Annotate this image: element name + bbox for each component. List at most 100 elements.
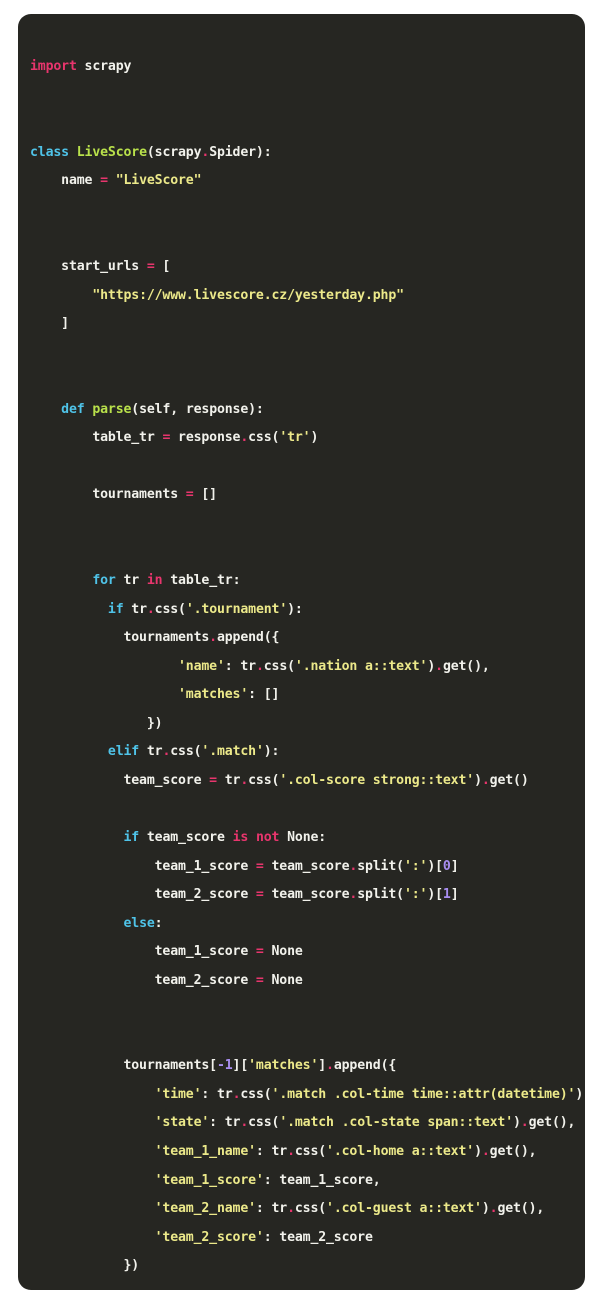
- code-token: :: [154, 915, 163, 931]
- code-line: if tr.css('.tournament'):: [18, 596, 585, 625]
- code-token: "https://www.livescore.cz/yesterday.php": [92, 287, 404, 303]
- code-line: team_1_score = team_score.split(':')[0]: [18, 853, 585, 882]
- code-token: =: [185, 487, 194, 503]
- code-token: append({: [333, 1058, 397, 1074]
- code-line: name = "LiveScore": [18, 167, 585, 196]
- code-token: =: [255, 887, 264, 903]
- code-token: .: [240, 1115, 249, 1131]
- code-token: 1: [442, 887, 451, 903]
- code-line: 'team_2_name': tr.css('.col-guest a::tex…: [18, 1195, 585, 1224]
- code-token: .: [520, 1115, 529, 1131]
- code-token: team_2_score: [30, 972, 256, 988]
- code-token: parse: [92, 401, 132, 417]
- code-token: css(: [170, 744, 202, 760]
- code-token: ): [575, 1086, 584, 1102]
- code-token: : team_1_score,: [263, 1172, 381, 1188]
- code-token: append({: [216, 630, 280, 646]
- code-token: ): [481, 1201, 490, 1217]
- code-token: if: [107, 601, 124, 617]
- code-token: .: [146, 601, 155, 617]
- code-line: 'team_1_name': tr.css('.col-home a::text…: [18, 1138, 585, 1167]
- code-token: css(: [294, 1201, 327, 1217]
- code-token: 0: [442, 858, 451, 874]
- code-token: '.match .col-state span::text': [279, 1115, 513, 1131]
- code-token: tournaments: [30, 487, 186, 503]
- code-token: team_score: [263, 858, 350, 874]
- code-token: : tr: [209, 1115, 241, 1131]
- code-line: 'team_1_score': team_1_score,: [18, 1167, 585, 1196]
- code-token: ]: [450, 887, 459, 903]
- code-token: None: [287, 829, 319, 845]
- code-token: ):: [287, 601, 303, 617]
- code-token: get(): [489, 772, 529, 788]
- code-token: get(),: [497, 1201, 545, 1217]
- code-token: 'tr': [279, 430, 311, 446]
- code-token: ): [474, 1143, 482, 1159]
- code-token: css(: [263, 658, 295, 674]
- code-token: css(: [294, 1143, 327, 1159]
- code-token: 'team_1_name': [154, 1143, 256, 1159]
- code-token: name: [30, 173, 101, 189]
- code-line: team_1_score = None: [18, 938, 585, 967]
- code-token: =: [209, 772, 217, 788]
- code-token: '.match .col-time time::attr(datetime)': [271, 1086, 576, 1102]
- code-token: ]: [450, 858, 459, 874]
- code-token: : []: [248, 687, 280, 703]
- code-token: css(: [248, 430, 280, 446]
- code-token: not: [255, 829, 280, 845]
- code-token: tr: [115, 573, 147, 589]
- code-token: css(: [248, 1115, 280, 1131]
- code-line: class LiveScore(scrapy.Spider):: [18, 139, 585, 168]
- code-token: team_2_score: [30, 887, 256, 903]
- code-token: .: [209, 630, 217, 646]
- code-token: team_score: [263, 887, 350, 903]
- code-line: def parse(self, response):: [18, 396, 585, 425]
- code-token: 'team_1_score': [154, 1172, 264, 1188]
- code-token: ): [310, 430, 319, 446]
- code-token: =: [146, 259, 155, 275]
- code-line: if team_score is not None:: [18, 824, 585, 853]
- code-token: )[: [427, 858, 443, 874]
- code-token: .: [326, 1058, 334, 1074]
- code-line: team_score = tr.css('.col-score strong::…: [18, 767, 585, 796]
- code-token: }): [30, 1258, 140, 1274]
- source-code: import scrapy class LiveScore(scrapy.Spi…: [18, 53, 585, 1290]
- code-line: team_2_score = team_score.split(':')[1]: [18, 881, 585, 910]
- code-token: "LiveScore": [115, 173, 202, 189]
- code-token: tr: [139, 744, 163, 760]
- code-token: import: [30, 59, 77, 75]
- code-line: start_urls = [: [18, 253, 585, 282]
- code-token: LiveScore: [76, 144, 147, 160]
- code-token: .: [240, 430, 249, 446]
- code-token: is: [232, 829, 249, 845]
- code-token: ][: [232, 1058, 249, 1074]
- code-token: '.col-score strong::text': [279, 772, 475, 788]
- code-token: '.nation a::text': [294, 658, 428, 674]
- code-line: ]: [18, 310, 585, 339]
- code-line: team_2_score = None: [18, 967, 585, 996]
- code-line: else:: [18, 910, 585, 939]
- code-token: '.col-guest a::text': [326, 1201, 482, 1217]
- code-token: None: [271, 972, 303, 988]
